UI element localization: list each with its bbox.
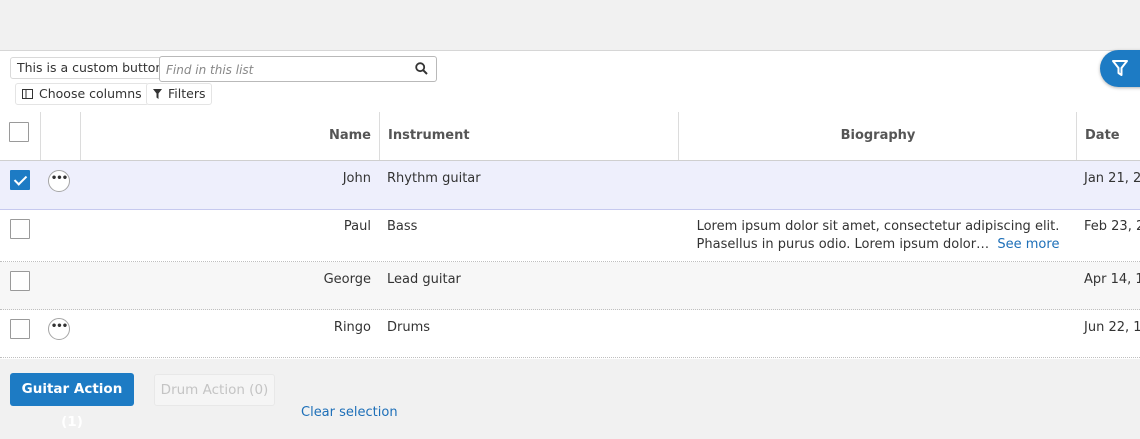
- filter-panel-toggle[interactable]: [1100, 50, 1140, 87]
- biography-line: Phasellus in purus odio. Lorem ipsum dol…: [680, 236, 1076, 254]
- filters-button[interactable]: Filters: [146, 83, 213, 105]
- select-all-checkbox[interactable]: [9, 122, 29, 142]
- table-row[interactable]: ••• Ringo Drums Jun 22, 19: [0, 310, 1140, 358]
- search-box[interactable]: [159, 56, 437, 82]
- filters-label: Filters: [168, 86, 206, 101]
- cell-biography: Lorem ipsum dolor sit amet, consectetur …: [680, 218, 1076, 254]
- cell-name: John: [342, 171, 371, 186]
- row-checkbox[interactable]: [10, 319, 30, 339]
- page-top-band: [0, 0, 1140, 51]
- cell-instrument: Bass: [387, 219, 418, 234]
- table-row[interactable]: George Lead guitar Apr 14, 19: [0, 262, 1140, 310]
- row-checkbox[interactable]: [10, 170, 30, 190]
- column-header-biography[interactable]: Biography: [680, 128, 1076, 143]
- cell-date: Jan 21, 20: [1084, 171, 1140, 186]
- columns-icon: [22, 85, 33, 105]
- cell-instrument: Rhythm guitar: [387, 171, 481, 186]
- clear-selection-link[interactable]: Clear selection: [301, 405, 398, 420]
- cell-date: Apr 14, 19: [1084, 272, 1140, 287]
- column-divider: [80, 112, 81, 160]
- cell-name: Paul: [343, 219, 371, 234]
- column-divider: [678, 112, 679, 160]
- cell-date: Feb 23, 20: [1084, 219, 1140, 234]
- more-actions-icon[interactable]: •••: [48, 170, 70, 192]
- see-more-link[interactable]: See more: [997, 237, 1059, 252]
- row-checkbox[interactable]: [10, 271, 30, 291]
- cell-name: George: [323, 272, 371, 287]
- biography-line: Lorem ipsum dolor sit amet, consectetur …: [696, 219, 1060, 234]
- cell-name: Ringo: [333, 320, 371, 335]
- filter-fab-icon: [1112, 60, 1128, 76]
- filter-icon: [153, 85, 162, 105]
- column-header-instrument[interactable]: Instrument: [388, 128, 470, 143]
- column-divider: [40, 112, 41, 160]
- cell-instrument: Drums: [387, 320, 431, 335]
- data-grid: Name Instrument Biography Date ••• John …: [0, 112, 1140, 359]
- biography-truncated-text: Phasellus in purus odio. Lorem ipsum dol…: [696, 237, 990, 252]
- search-icon[interactable]: [415, 62, 428, 79]
- choose-columns-button[interactable]: Choose columns: [15, 83, 149, 105]
- column-divider: [1076, 112, 1077, 160]
- column-header-date[interactable]: Date: [1085, 128, 1120, 143]
- table-row[interactable]: ••• John Rhythm guitar Jan 21, 20: [0, 161, 1140, 210]
- table-row[interactable]: Paul Bass Lorem ipsum dolor sit amet, co…: [0, 210, 1140, 262]
- grid-header: Name Instrument Biography Date: [0, 112, 1140, 161]
- cell-date: Jun 22, 19: [1084, 320, 1140, 335]
- column-header-name[interactable]: Name: [329, 128, 371, 143]
- row-checkbox[interactable]: [10, 219, 30, 239]
- drum-action-button: Drum Action (0): [154, 374, 275, 406]
- guitar-action-button[interactable]: Guitar Action (1): [10, 373, 134, 430]
- search-input[interactable]: [164, 60, 408, 80]
- more-actions-icon[interactable]: •••: [48, 318, 70, 340]
- custom-button[interactable]: This is a custom button: [10, 57, 171, 79]
- cell-instrument: Lead guitar: [387, 272, 461, 287]
- choose-columns-label: Choose columns: [39, 86, 142, 101]
- column-divider: [379, 112, 380, 160]
